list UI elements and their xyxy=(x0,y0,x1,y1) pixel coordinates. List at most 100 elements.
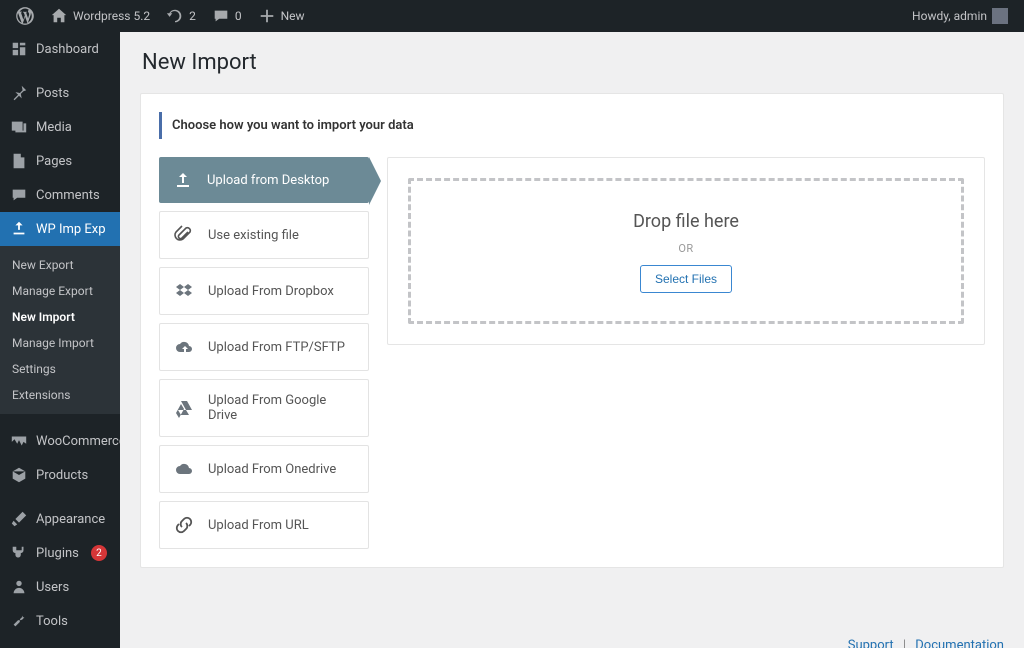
submenu-item[interactable]: Extensions xyxy=(0,382,120,408)
page-icon xyxy=(10,152,28,170)
adminbar-right: Howdy, admin xyxy=(904,0,1016,32)
footer-links: Support | Documentation xyxy=(140,638,1004,648)
import-method-dropbox[interactable]: Upload From Dropbox xyxy=(159,267,369,315)
sidebar-item-settings[interactable]: Settings xyxy=(0,638,120,648)
comment-icon xyxy=(212,7,230,25)
dropzone-title: Drop file here xyxy=(431,211,941,232)
comment-icon xyxy=(10,186,28,204)
method-label: Upload From Google Drive xyxy=(208,393,354,423)
dropzone-or: OR xyxy=(431,242,941,255)
sidebar-item-wpimpexp[interactable]: WP Imp Exp xyxy=(0,212,120,246)
paperclip-icon xyxy=(174,225,194,245)
method-label: Upload From Onedrive xyxy=(208,462,336,477)
page-title: New Import xyxy=(142,50,1004,75)
dashboard-icon xyxy=(10,40,28,58)
woo-icon xyxy=(10,432,28,450)
sidebar-item-label: WooCommerce xyxy=(36,434,120,449)
updates-link[interactable]: 2 xyxy=(158,0,204,32)
sidebar-item-label: Dashboard xyxy=(36,42,99,57)
link-icon xyxy=(174,515,194,535)
cloud-up-icon xyxy=(174,337,194,357)
method-label: Upload From Dropbox xyxy=(208,284,334,299)
sidebar-item-tools[interactable]: Tools xyxy=(0,604,120,638)
sidebar-item-comments[interactable]: Comments xyxy=(0,178,120,212)
sidebar-item-label: Plugins xyxy=(36,546,79,561)
sidebar-item-label: Media xyxy=(36,120,72,135)
brush-icon xyxy=(10,510,28,528)
sidebar-item-media[interactable]: Media xyxy=(0,110,120,144)
site-name-link[interactable]: Wordpress 5.2 xyxy=(42,0,158,32)
submenu-item[interactable]: New Export xyxy=(0,252,120,278)
submenu-item[interactable]: Manage Import xyxy=(0,330,120,356)
comments-count: 0 xyxy=(235,9,242,23)
impexp-icon xyxy=(10,220,28,238)
sidebar-item-dashboard[interactable]: Dashboard xyxy=(0,32,120,66)
import-method-cloud-up[interactable]: Upload From FTP/SFTP xyxy=(159,323,369,371)
panel-body: Upload from Desktop Use existing file Uplo… xyxy=(159,157,985,549)
import-method-link[interactable]: Upload From URL xyxy=(159,501,369,549)
sidebar-item-label: Pages xyxy=(36,154,72,169)
import-method-paperclip[interactable]: Use existing file xyxy=(159,211,369,259)
sidebar-item-users[interactable]: Users xyxy=(0,570,120,604)
comments-link[interactable]: 0 xyxy=(204,0,250,32)
pin-icon xyxy=(10,84,28,102)
wordpress-icon xyxy=(16,7,34,25)
admin-sidebar: Dashboard Posts Media Pages Comments WP Imp E… xyxy=(0,32,120,648)
user-icon xyxy=(10,578,28,596)
refresh-icon xyxy=(166,7,184,25)
sidebar-item-products[interactable]: Products xyxy=(0,458,120,492)
footer-separator: | xyxy=(903,638,906,648)
sidebar-item-label: WP Imp Exp xyxy=(36,222,106,237)
product-icon xyxy=(10,466,28,484)
sidebar-item-appearance[interactable]: Appearance xyxy=(0,502,120,536)
howdy-link[interactable]: Howdy, admin xyxy=(904,0,1016,32)
import-panel: Choose how you want to import your data … xyxy=(140,93,1004,568)
upload-icon xyxy=(173,170,193,190)
import-method-upload[interactable]: Upload from Desktop xyxy=(159,157,369,203)
adminbar-left: Wordpress 5.2 2 0 New xyxy=(8,0,313,32)
new-content-link[interactable]: New xyxy=(250,0,313,32)
wp-logo[interactable] xyxy=(8,0,42,32)
submenu-item[interactable]: New Import xyxy=(0,304,120,330)
dropbox-icon xyxy=(174,281,194,301)
admin-bar: Wordpress 5.2 2 0 New Howdy, admin xyxy=(0,0,1024,32)
plus-icon xyxy=(258,7,276,25)
howdy-text: Howdy, admin xyxy=(912,9,987,23)
sidebar-item-label: Tools xyxy=(36,614,68,629)
sidebar-item-label: Users xyxy=(36,580,69,595)
sidebar-item-plugins[interactable]: Plugins2 xyxy=(0,536,120,570)
media-icon xyxy=(10,118,28,136)
sidebar-item-posts[interactable]: Posts xyxy=(0,76,120,110)
import-method-list: Upload from Desktop Use existing file Uplo… xyxy=(159,157,369,549)
site-name: Wordpress 5.2 xyxy=(73,9,150,23)
method-label: Use existing file xyxy=(208,228,299,243)
sidebar-item-woocommerce[interactable]: WooCommerce xyxy=(0,424,120,458)
method-label: Upload From FTP/SFTP xyxy=(208,340,345,355)
cloud-icon xyxy=(174,459,194,479)
dropzone-panel: Drop file here OR Select Files xyxy=(387,157,985,345)
updates-count: 2 xyxy=(189,9,196,23)
sidebar-item-label: Comments xyxy=(36,188,100,203)
new-label: New xyxy=(281,9,305,23)
home-icon xyxy=(50,7,68,25)
gdrive-icon xyxy=(174,398,194,418)
dropzone[interactable]: Drop file here OR Select Files xyxy=(408,178,964,324)
submenu-item[interactable]: Settings xyxy=(0,356,120,382)
plug-icon xyxy=(10,544,28,562)
method-label: Upload from Desktop xyxy=(207,173,329,188)
support-link[interactable]: Support xyxy=(848,638,894,648)
sidebar-item-label: Products xyxy=(36,468,88,483)
select-files-button[interactable]: Select Files xyxy=(640,265,732,293)
submenu-item[interactable]: Manage Export xyxy=(0,278,120,304)
panel-heading: Choose how you want to import your data xyxy=(159,112,985,139)
content-area: New Import Choose how you want to import… xyxy=(120,32,1024,648)
documentation-link[interactable]: Documentation xyxy=(915,638,1004,648)
sidebar-item-label: Posts xyxy=(36,86,69,101)
import-method-gdrive[interactable]: Upload From Google Drive xyxy=(159,379,369,437)
avatar xyxy=(992,8,1008,24)
submenu: New ExportManage ExportNew ImportManage … xyxy=(0,246,120,414)
wrench-icon xyxy=(10,612,28,630)
sidebar-item-pages[interactable]: Pages xyxy=(0,144,120,178)
import-method-cloud[interactable]: Upload From Onedrive xyxy=(159,445,369,493)
method-label: Upload From URL xyxy=(208,518,309,533)
